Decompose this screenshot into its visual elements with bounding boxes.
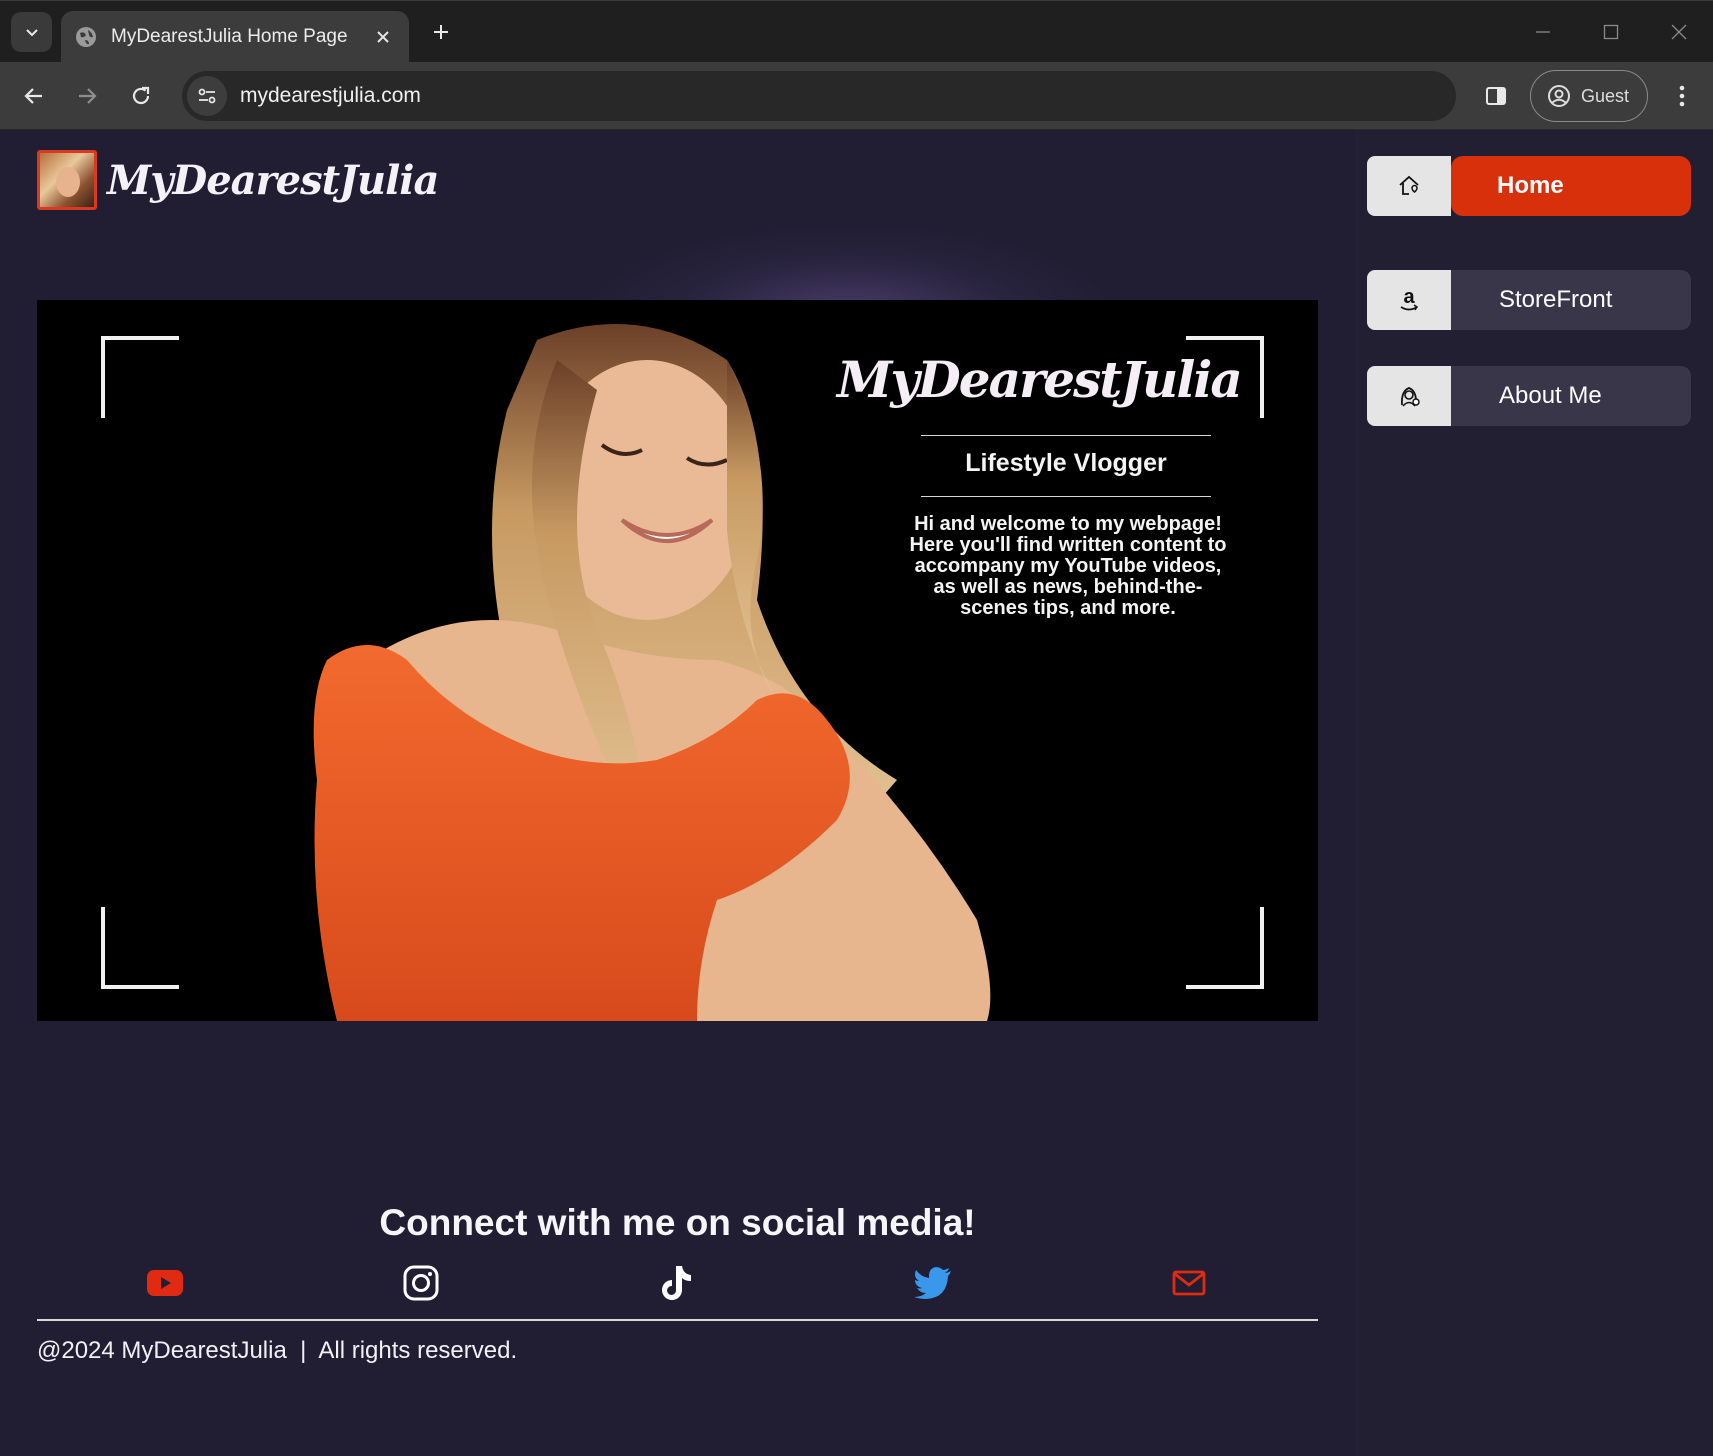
browser-toolbar: mydearestjulia.com Guest bbox=[0, 62, 1713, 130]
account-circle-icon bbox=[1548, 85, 1570, 107]
nav-storefront-label: StoreFront bbox=[1451, 270, 1691, 330]
hero-title: MyDearestJulia bbox=[837, 350, 1243, 409]
person-icon bbox=[1367, 366, 1451, 426]
hero-divider bbox=[921, 435, 1211, 436]
svg-text:a: a bbox=[1403, 286, 1415, 308]
address-bar[interactable]: mydearestjulia.com bbox=[182, 71, 1456, 121]
instagram-icon bbox=[403, 1265, 439, 1301]
minimize-button[interactable] bbox=[1526, 15, 1560, 49]
logo-text: MyDearestJulia bbox=[107, 156, 439, 204]
hero-subtitle: Lifestyle Vlogger bbox=[965, 449, 1167, 477]
frame-corner bbox=[101, 907, 179, 989]
profile-button[interactable]: Guest bbox=[1530, 70, 1648, 122]
tune-icon bbox=[198, 88, 216, 104]
side-panel-icon bbox=[1486, 87, 1506, 105]
hero-divider bbox=[921, 496, 1211, 497]
arrow-left-icon bbox=[24, 88, 42, 104]
logo-avatar bbox=[37, 150, 97, 210]
back-button[interactable] bbox=[16, 78, 52, 114]
arrow-right-icon bbox=[79, 88, 97, 104]
tab-title: MyDearestJulia Home Page bbox=[111, 26, 348, 47]
frame-corner bbox=[1186, 907, 1264, 989]
chevron-down-icon bbox=[25, 29, 38, 37]
nav-home-label: Home bbox=[1451, 156, 1691, 216]
reload-button[interactable] bbox=[123, 78, 159, 114]
profile-label: Guest bbox=[1581, 85, 1630, 106]
url-text[interactable]: mydearestjulia.com bbox=[240, 84, 421, 108]
more-vert-icon bbox=[1679, 85, 1685, 107]
side-panel-button[interactable] bbox=[1478, 78, 1514, 114]
close-window-button[interactable] bbox=[1662, 15, 1696, 49]
twitter-link[interactable] bbox=[911, 1261, 955, 1305]
site-info-button[interactable] bbox=[187, 76, 227, 116]
nav-home[interactable]: Home bbox=[1367, 156, 1691, 216]
youtube-link[interactable] bbox=[143, 1261, 187, 1305]
frame-corner bbox=[101, 336, 179, 418]
plus-icon bbox=[434, 25, 448, 39]
home-icon bbox=[1367, 156, 1451, 216]
site-logo[interactable]: MyDearestJulia bbox=[37, 150, 439, 210]
maximize-icon bbox=[1603, 24, 1619, 40]
tab-search-button[interactable] bbox=[11, 12, 52, 52]
maximize-button[interactable] bbox=[1594, 15, 1628, 49]
mail-icon bbox=[1172, 1270, 1206, 1296]
browser-menu-button[interactable] bbox=[1664, 78, 1700, 114]
nav-about-me[interactable]: About Me bbox=[1367, 366, 1691, 426]
twitter-icon bbox=[914, 1267, 951, 1299]
forward-button[interactable] bbox=[69, 78, 105, 114]
tiktok-icon bbox=[662, 1266, 691, 1300]
email-link[interactable] bbox=[1167, 1261, 1211, 1305]
close-tab-icon[interactable] bbox=[371, 25, 395, 49]
globe-icon bbox=[76, 27, 96, 47]
connect-heading: Connect with me on social media! bbox=[379, 1202, 976, 1243]
close-icon bbox=[1671, 24, 1687, 40]
browser-tab-strip: MyDearestJulia Home Page bbox=[0, 0, 1713, 63]
youtube-icon bbox=[147, 1270, 183, 1296]
active-tab[interactable]: MyDearestJulia Home Page bbox=[61, 11, 409, 63]
copyright-text: @2024 MyDearestJulia | All rights reserv… bbox=[37, 1337, 518, 1364]
reload-icon bbox=[132, 86, 150, 105]
amazon-icon: a bbox=[1367, 270, 1451, 330]
hero-description: Hi and welcome to my webpage! Here you'l… bbox=[909, 513, 1227, 619]
new-tab-button[interactable] bbox=[424, 15, 458, 49]
minimize-icon bbox=[1536, 31, 1550, 33]
nav-about-me-label: About Me bbox=[1451, 366, 1691, 426]
instagram-link[interactable] bbox=[399, 1261, 443, 1305]
hero-banner: MyDearestJulia Lifestyle Vlogger Hi and … bbox=[37, 300, 1318, 1021]
footer-divider bbox=[37, 1319, 1318, 1321]
tiktok-link[interactable] bbox=[654, 1261, 698, 1305]
web-page: MyDearestJulia MyDearestJulia Lifestyle … bbox=[0, 131, 1713, 1456]
nav-storefront[interactable]: a StoreFront bbox=[1367, 270, 1691, 330]
